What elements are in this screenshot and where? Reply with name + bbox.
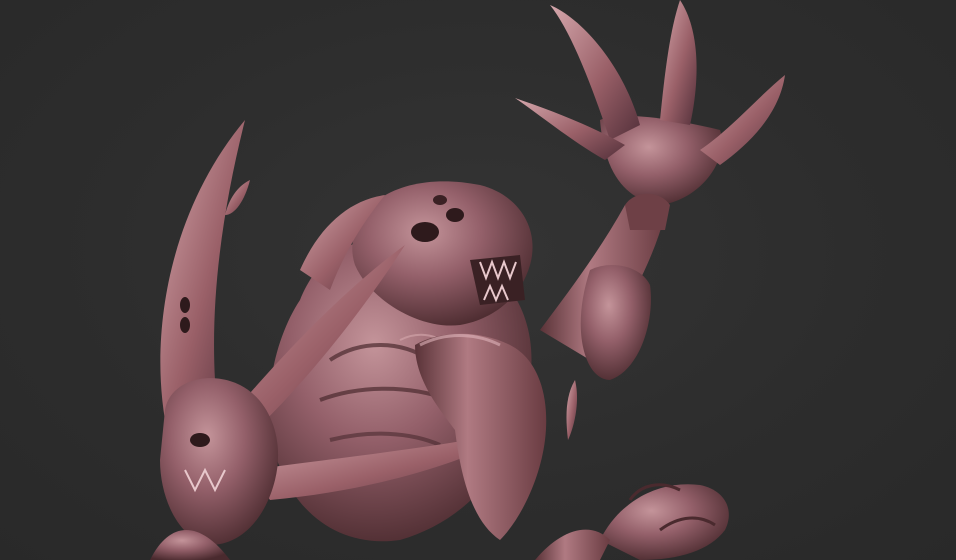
segmented-leg xyxy=(535,483,729,560)
raised-arm xyxy=(515,0,785,440)
sculpt-viewport[interactable] xyxy=(0,0,956,560)
lower-jaw-cluster xyxy=(150,378,279,560)
creature-sculpt-render xyxy=(150,0,785,560)
